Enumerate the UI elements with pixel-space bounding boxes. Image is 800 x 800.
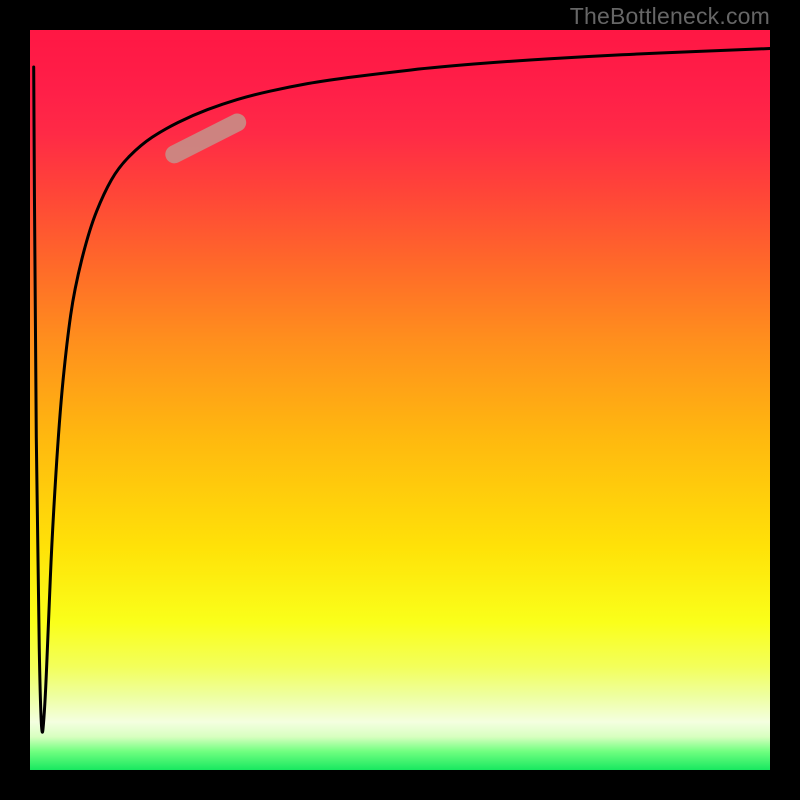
highlight-segment xyxy=(174,123,237,155)
chart-stage: TheBottleneck.com xyxy=(0,0,800,800)
curve-layer xyxy=(30,30,770,770)
main-curve xyxy=(34,49,770,733)
plot-area xyxy=(30,30,770,770)
watermark-text: TheBottleneck.com xyxy=(570,3,770,30)
